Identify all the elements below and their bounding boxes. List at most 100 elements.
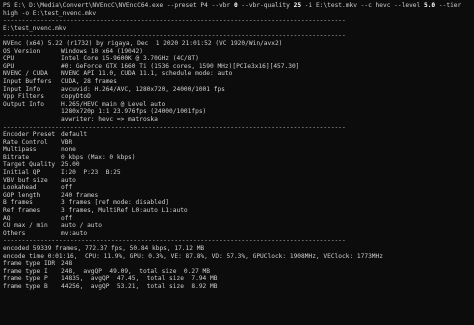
encparam-row-value: auto — [61, 176, 76, 184]
sysinfo-row-key: NVENC / CUDA — [3, 70, 48, 78]
frame-type-row: frame type B 44256, avgQP 53.21, total si… — [3, 283, 472, 291]
encparam-row-value: off — [61, 184, 73, 192]
sysinfo-row-key: OS Version — [3, 47, 41, 55]
encode-time-summary: encode time 0:01:16, CPU: 11.9%, GPU: 0.… — [3, 252, 383, 260]
encparam-row-key: Initial QP — [3, 169, 41, 177]
system-info-block: NVEnc (x64) 5.22 (r1732) by rigaya, Dec … — [3, 40, 472, 124]
sysinfo-row-key: Output Info — [3, 100, 44, 108]
encparam-row: Others mv:auto — [3, 230, 472, 238]
frame-type-label: frame type P — [3, 275, 48, 283]
sysinfo-row-value: 1280x720p 1:1 23.976fps (24000/1001fps) — [61, 108, 207, 116]
encparam-row-key: Encoder Preset — [3, 131, 56, 139]
sysinfo-row: avwriter: hevc => matroska — [3, 116, 472, 124]
sysinfo-row: NVEnc (x64) 5.22 (r1732) by rigaya, Dec … — [3, 40, 472, 48]
sysinfo-row: GPU #0: GeForce GTX 1660 Ti (1536 cores, … — [3, 63, 472, 71]
encparam-row: Rate Control VBR — [3, 139, 472, 147]
frame-type-label: frame type B — [3, 282, 48, 290]
frame-type-row: frame type P 14835, avgQP 47.45, total si… — [3, 275, 472, 283]
sysinfo-row-value: avwriter: hevc => matroska — [61, 115, 158, 123]
encparam-row-key: Multipass — [3, 146, 37, 154]
sysinfo-row-key: GPU — [3, 62, 15, 70]
sysinfo-row-key: Input Info — [3, 85, 41, 93]
encparam-row-value: mv:auto — [61, 229, 88, 237]
sysinfo-row: Output Info H.265/HEVC main @ Level auto — [3, 101, 472, 109]
command-mid2: -i E:\test.mkv --c hevc --level — [301, 2, 424, 9]
quality-value: 25 — [293, 2, 302, 9]
sysinfo-row: Input Buffers CUDA, 28 frames — [3, 78, 472, 86]
encparam-row: VBV buf size auto — [3, 177, 472, 185]
separator: ----------------------------------------… — [3, 123, 346, 131]
terminal-window[interactable]: PS E:\ D:\Media\Convert\NVEncC\NVEncC64.… — [0, 0, 474, 325]
encparam-row-value: default — [61, 131, 88, 139]
encparam-row: GOP length 240 frames — [3, 192, 472, 200]
command-prefix: PS E:\ D:\Media\Convert\NVEncC\NVEncC64.… — [3, 2, 234, 9]
frame-type-stats: frame type IDR 248 frame type I 248, avgQP … — [3, 260, 472, 290]
encparam-row: Multipass none — [3, 146, 472, 154]
frame-type-row: frame type IDR 248 — [3, 260, 472, 268]
encparam-row-value: 25.00 — [61, 161, 80, 169]
sysinfo-row-value: copyDtoD — [61, 93, 91, 101]
frame-type-value: 248, avgQP 49.09, total size 0.27 MB — [61, 267, 211, 275]
sysinfo-row: OS Version Windows 10 x64 (19042) — [3, 48, 472, 56]
sysinfo-row-value: H.265/HEVC main @ Level auto — [61, 100, 166, 108]
encparam-row: B frames 3 frames [ref mode: disabled] — [3, 199, 472, 207]
command-line-2: high -o E:\test_nvenc.mkv — [3, 9, 97, 17]
sysinfo-row: Vpp Filters copyDtoD — [3, 93, 472, 101]
encparam-row-key: Bitrate — [3, 153, 30, 161]
encparam-row-key: VBV buf size — [3, 176, 48, 184]
separator: ----------------------------------------… — [3, 32, 346, 40]
sysinfo-row: CPU Intel Core i5-9600K @ 3.70GHz (4C/8T) — [3, 55, 472, 63]
sysinfo-row-key: Vpp Filters — [3, 93, 44, 101]
encoder-params-block: Encoder Preset default Rate Control VBR Mult… — [3, 131, 472, 237]
encparam-row-value: none — [61, 146, 76, 154]
encparam-row-value: 3 frames [ref mode: disabled] — [61, 199, 170, 207]
command-line-1: PS E:\ D:\Media\Convert\NVEncC\NVEncC64.… — [3, 2, 472, 10]
sysinfo-row-key: CPU — [3, 55, 15, 63]
output-path: E:\test_nvenc.mkv — [3, 24, 67, 32]
sysinfo-row: Input Info avcuvid: H.264/AVC, 1280x720, … — [3, 86, 472, 94]
frame-type-label: frame type I — [3, 267, 48, 275]
encparam-row: CU max / min auto / auto — [3, 222, 472, 230]
command-mid1: --vbr-quality — [237, 2, 294, 9]
encparam-row-key: Rate Control — [3, 138, 48, 146]
sysinfo-row-value: Intel Core i5-9600K @ 3.70GHz (4C/8T) — [61, 55, 199, 63]
encoded-summary: encoded 59339 frames, 772.37 fps, 50.84 … — [3, 245, 205, 252]
frame-type-label: frame type IDR — [3, 260, 56, 268]
encparam-row-key: Ref frames — [3, 207, 41, 215]
encparam-row-key: Others — [3, 229, 26, 237]
encparam-row-value: VBR — [61, 138, 73, 146]
frame-type-row: frame type I 248, avgQP 49.09, total size… — [3, 268, 472, 276]
encparam-row: Initial QP I:20 P:23 B:25 — [3, 169, 472, 177]
encparam-row: Target Quality 25.00 — [3, 161, 472, 169]
frame-type-value: 14835, avgQP 47.45, total size 7.94 MB — [61, 275, 218, 283]
sysinfo-row-value: avcuvid: H.264/AVC, 1280x720, 24000/1001… — [61, 85, 225, 93]
sysinfo-row-value: NVENC API 11.0, CUDA 11.1, schedule mode… — [61, 70, 233, 78]
separator: ----------------------------------------… — [3, 237, 346, 245]
encparam-row: Encoder Preset default — [3, 131, 472, 139]
encparam-row: AQ off — [3, 215, 472, 223]
sysinfo-row: NVENC / CUDA NVENC API 11.0, CUDA 11.1, s… — [3, 70, 472, 78]
encparam-row-value: 240 frames — [61, 191, 99, 199]
sysinfo-row: 1280x720p 1:1 23.976fps (24000/1001fps) — [3, 108, 472, 116]
encparam-row-value: off — [61, 214, 73, 222]
encparam-row-key: Lookahead — [3, 184, 37, 192]
encparam-row-value: 3 frames, MultiRef L0:auto L1:auto — [61, 207, 188, 215]
sysinfo-row-key: NVEnc (x64) 5.22 (r1732) by rigaya, Dec … — [3, 39, 283, 47]
sysinfo-row-value: Windows 10 x64 (19042) — [61, 47, 143, 55]
encparam-row-key: B frames — [3, 199, 33, 207]
sysinfo-row-value: CUDA, 28 frames — [61, 77, 117, 85]
sysinfo-row-value: #0: GeForce GTX 1660 Ti (1536 cores, 159… — [61, 62, 300, 70]
encparam-row: Ref frames 3 frames, MultiRef L0:auto L1:… — [3, 207, 472, 215]
encparam-row-value: 0 kbps (Max: 0 kbps) — [61, 153, 136, 161]
separator: ----------------------------------------… — [3, 17, 346, 25]
encparam-row-key: AQ — [3, 214, 11, 222]
encparam-row-key: CU max / min — [3, 222, 48, 230]
command-suffix: --tier — [435, 2, 462, 9]
sysinfo-row-key: Input Buffers — [3, 77, 52, 85]
level-value: 5.0 — [423, 2, 436, 9]
encparam-row-key: Target Quality — [3, 161, 56, 169]
encparam-row-value: auto / auto — [61, 222, 102, 230]
encparam-row-key: GOP length — [3, 191, 41, 199]
encparam-row: Bitrate 0 kbps (Max: 0 kbps) — [3, 154, 472, 162]
encparam-row: Lookahead off — [3, 184, 472, 192]
